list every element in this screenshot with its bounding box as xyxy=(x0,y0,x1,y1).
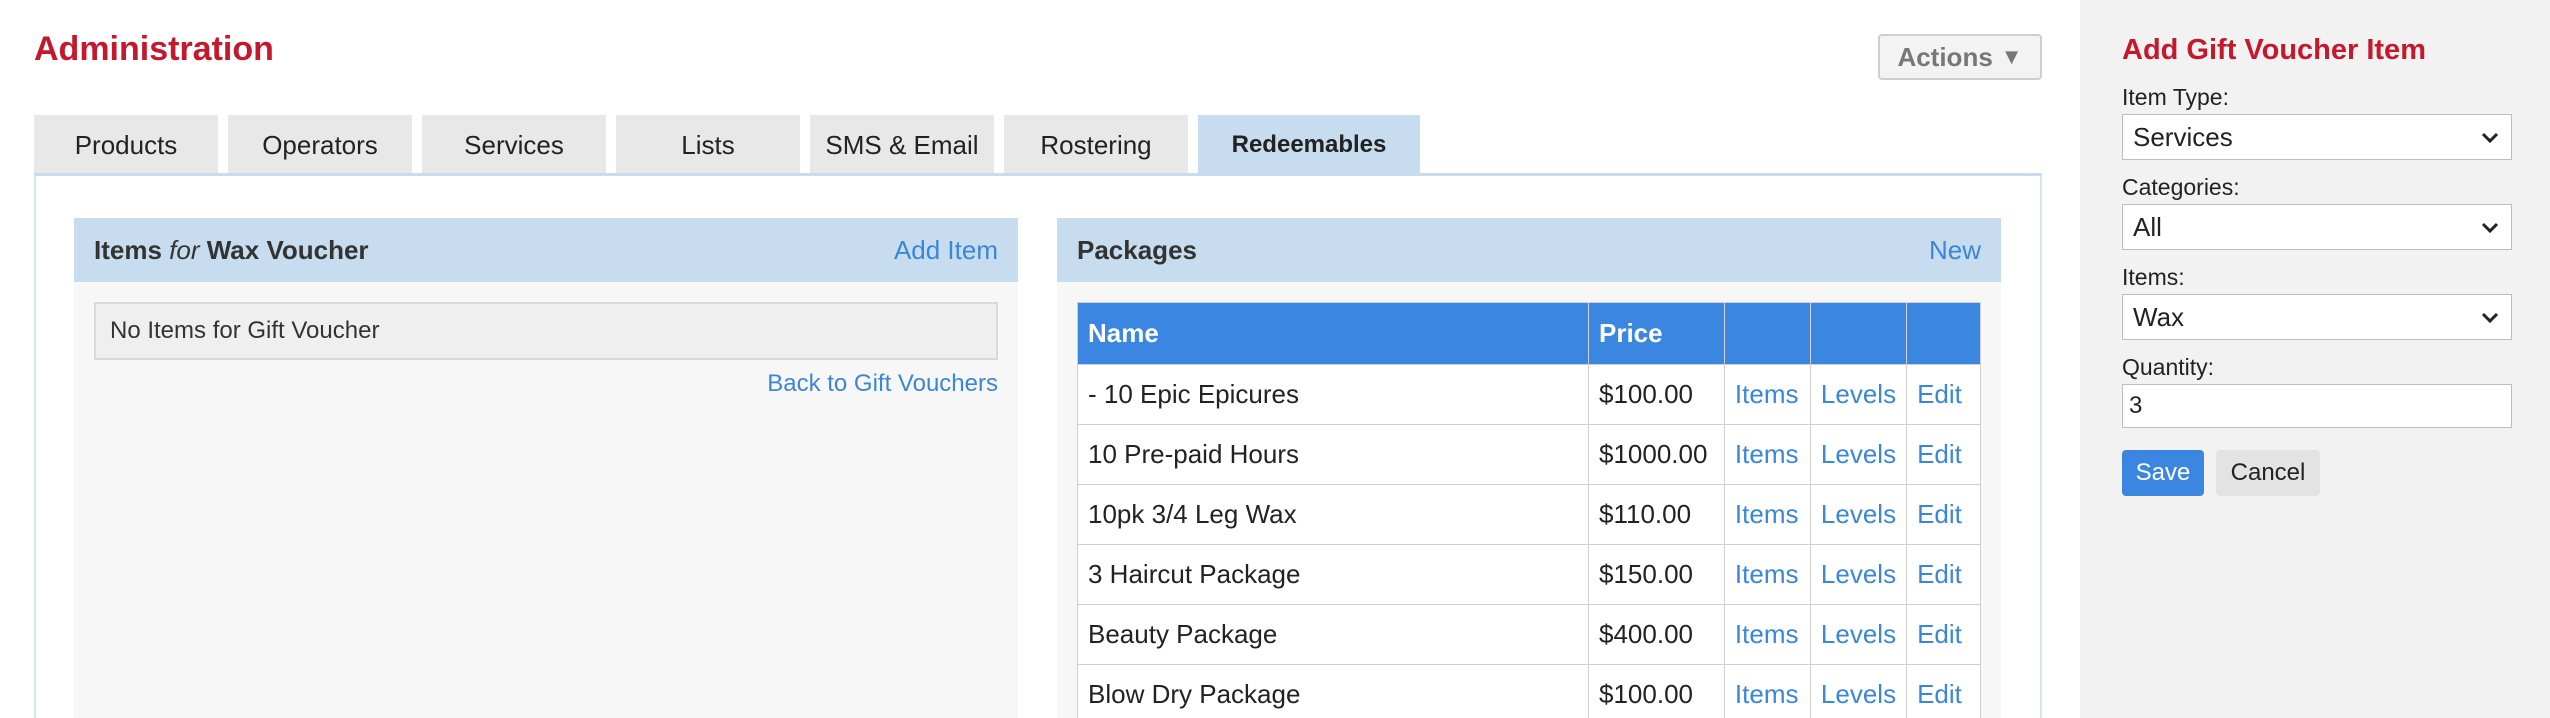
table-row: Blow Dry Package $100.00 Items Levels Ed… xyxy=(1077,664,1981,718)
items-link[interactable]: Items xyxy=(1723,604,1811,665)
edit-link[interactable]: Edit xyxy=(1906,484,1981,545)
levels-link[interactable]: Levels xyxy=(1809,424,1908,485)
categories-value: All xyxy=(2133,211,2162,242)
categories-label: Categories: xyxy=(2122,174,2240,200)
cancel-button[interactable]: Cancel xyxy=(2216,450,2320,496)
tab-products[interactable]: Products xyxy=(34,115,218,175)
tab-redeemables[interactable]: Redeemables xyxy=(1198,115,1420,175)
categories-select[interactable]: All xyxy=(2122,204,2512,250)
table-row: 10 Pre-paid Hours $1000.00 Items Levels … xyxy=(1077,424,1981,485)
empty-items-note: No Items for Gift Voucher xyxy=(94,302,998,360)
quantity-label: Quantity: xyxy=(2122,354,2215,380)
item-type-label: Item Type: xyxy=(2122,84,2229,110)
levels-link[interactable]: Levels xyxy=(1809,604,1908,665)
package-name: Blow Dry Package xyxy=(1077,664,1589,718)
item-type-value: Services xyxy=(2133,121,2233,152)
tab-lists[interactable]: Lists xyxy=(616,115,800,175)
page-title: Administration xyxy=(34,30,274,68)
levels-link[interactable]: Levels xyxy=(1809,664,1908,718)
chevron-down-icon xyxy=(2481,132,2499,144)
items-link[interactable]: Items xyxy=(1723,424,1811,485)
tab-operators[interactable]: Operators xyxy=(228,115,412,175)
items-link[interactable]: Items xyxy=(1723,544,1811,605)
package-name: Beauty Package xyxy=(1077,604,1589,665)
package-name: - 10 Epic Epicures xyxy=(1077,364,1589,425)
main-area: Administration Actions ▼ Products Operat… xyxy=(0,0,2080,718)
actions-label: Actions xyxy=(1897,41,1993,72)
package-price: $1000.00 xyxy=(1588,424,1725,485)
items-title-name: Wax Voucher xyxy=(206,234,369,265)
add-item-link[interactable]: Add Item xyxy=(894,235,998,266)
column-levels xyxy=(1809,302,1908,365)
actions-button[interactable]: Actions ▼ xyxy=(1878,34,2042,80)
sidebar-title: Add Gift Voucher Item xyxy=(2122,34,2426,66)
edit-link[interactable]: Edit xyxy=(1906,664,1981,718)
column-edit xyxy=(1906,302,1981,365)
items-link[interactable]: Items xyxy=(1723,484,1811,545)
tab-rostering[interactable]: Rostering xyxy=(1004,115,1188,175)
page: Administration Actions ▼ Products Operat… xyxy=(0,0,2550,718)
items-value: Wax xyxy=(2133,301,2185,332)
table-header-row: Name Price xyxy=(1077,302,1981,365)
column-price: Price xyxy=(1588,302,1725,365)
column-name: Name xyxy=(1077,302,1589,365)
package-price: $400.00 xyxy=(1588,604,1725,665)
table-row: 10pk 3/4 Leg Wax $110.00 Items Levels Ed… xyxy=(1077,484,1981,545)
package-name: 10pk 3/4 Leg Wax xyxy=(1077,484,1589,545)
back-to-gift-vouchers-link[interactable]: Back to Gift Vouchers xyxy=(767,370,998,398)
items-link[interactable]: Items xyxy=(1723,364,1811,425)
tab-sms-email[interactable]: SMS & Email xyxy=(810,115,994,175)
items-panel-header: Items for Wax Voucher Add Item xyxy=(74,218,1018,282)
item-type-select[interactable]: Services xyxy=(2122,114,2512,160)
items-panel-title: Items for Wax Voucher xyxy=(94,235,369,266)
package-name: 10 Pre-paid Hours xyxy=(1077,424,1589,485)
items-title-prefix: Items xyxy=(94,234,162,265)
table-row: - 10 Epic Epicures $100.00 Items Levels … xyxy=(1077,364,1981,425)
package-price: $150.00 xyxy=(1588,544,1725,605)
items-link[interactable]: Items xyxy=(1723,664,1811,718)
levels-link[interactable]: Levels xyxy=(1809,544,1908,605)
chevron-down-icon xyxy=(2481,312,2499,324)
items-panel: Items for Wax Voucher Add Item No Items … xyxy=(74,218,1018,718)
triangle-down-icon: ▼ xyxy=(2000,44,2023,69)
add-gift-voucher-sidebar: Add Gift Voucher Item Item Type: Service… xyxy=(2080,0,2550,718)
levels-link[interactable]: Levels xyxy=(1809,364,1908,425)
quantity-input[interactable] xyxy=(2122,384,2512,428)
packages-panel: Packages New Name Price - 10 Epic Epicur… xyxy=(1057,218,2001,718)
edit-link[interactable]: Edit xyxy=(1906,364,1981,425)
packages-panel-title: Packages xyxy=(1077,234,1197,265)
edit-link[interactable]: Edit xyxy=(1906,544,1981,605)
items-label: Items: xyxy=(2122,264,2185,290)
items-title-for: for xyxy=(169,234,200,265)
package-price: $100.00 xyxy=(1588,364,1725,425)
save-button[interactable]: Save xyxy=(2122,450,2204,496)
items-select[interactable]: Wax xyxy=(2122,294,2512,340)
new-package-link[interactable]: New xyxy=(1929,235,1981,266)
packages-panel-header: Packages New xyxy=(1057,218,2001,282)
tab-services[interactable]: Services xyxy=(422,115,606,175)
package-name: 3 Haircut Package xyxy=(1077,544,1589,605)
chevron-down-icon xyxy=(2481,222,2499,234)
table-row: 3 Haircut Package $150.00 Items Levels E… xyxy=(1077,544,1981,605)
table-row: Beauty Package $400.00 Items Levels Edit xyxy=(1077,604,1981,665)
packages-table: Name Price - 10 Epic Epicures $100.00 It… xyxy=(1077,302,1981,718)
column-items xyxy=(1723,302,1811,365)
edit-link[interactable]: Edit xyxy=(1906,424,1981,485)
package-price: $100.00 xyxy=(1588,664,1725,718)
package-price: $110.00 xyxy=(1588,484,1725,545)
edit-link[interactable]: Edit xyxy=(1906,604,1981,665)
levels-link[interactable]: Levels xyxy=(1809,484,1908,545)
